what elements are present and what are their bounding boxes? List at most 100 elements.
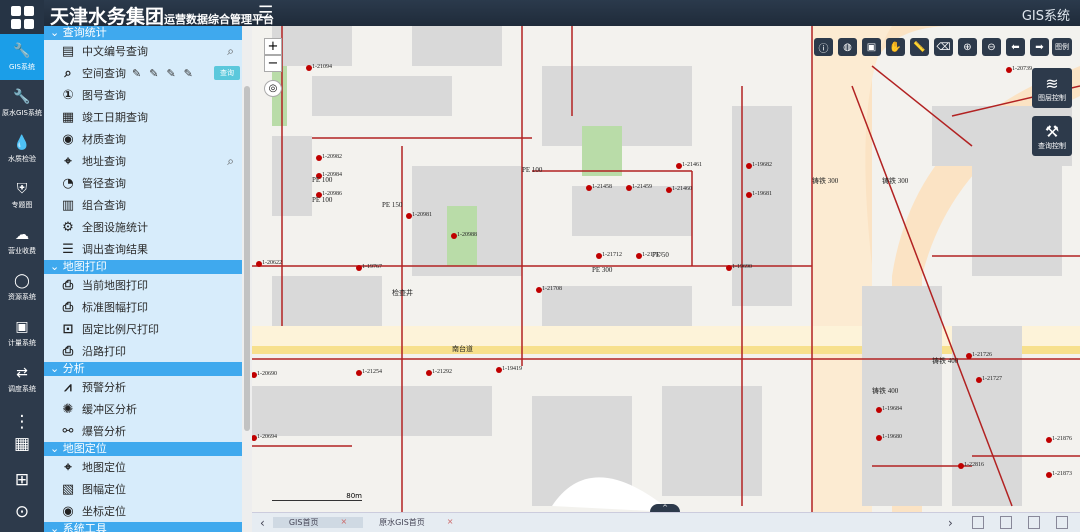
back-icon[interactable]: ⬅	[1006, 38, 1025, 56]
expand-icon[interactable]: ⊙	[0, 502, 44, 522]
map-label: 1-21726	[972, 352, 992, 358]
chevron-down-icon: ⌄	[50, 442, 63, 455]
tab-prev-icon[interactable]: ‹	[252, 516, 273, 530]
calendar-icon: ▦	[61, 109, 75, 125]
rail-item-3[interactable]: ⛨ 专题图	[0, 172, 44, 218]
chevron-down-icon: ⌄	[50, 522, 63, 532]
panel-item[interactable]: ⎙ 沿路打印	[44, 340, 242, 362]
panel-scrollbar[interactable]	[242, 26, 252, 532]
wrench-icon: 🔧	[13, 42, 31, 59]
rail-item-0[interactable]: 🔧 GIS系统	[0, 34, 44, 80]
map-label: 南台道	[452, 345, 473, 353]
section-header[interactable]: ⌄ 查询统计	[44, 26, 242, 40]
hamburger-menu-icon[interactable]: ☰	[258, 3, 273, 23]
map-label: 1-19690	[732, 264, 752, 270]
panel-item[interactable]: ⚯ 爆管分析	[44, 420, 242, 442]
map-label: 1-19419	[502, 366, 522, 372]
panel-item[interactable]: ⎙ 标准图幅打印	[44, 296, 242, 318]
map-label: 1-19680	[882, 434, 902, 440]
burst-icon: ⚯	[62, 423, 74, 439]
panel-item[interactable]: ① 图号查询	[44, 84, 242, 106]
panel-item[interactable]: ⩘ 预警分析	[44, 376, 242, 398]
search-icon[interactable]: ⌕	[227, 44, 234, 59]
section-header[interactable]: ⌄ 分析	[44, 362, 242, 376]
layout-single-icon[interactable]	[1056, 516, 1068, 529]
globe-icon[interactable]: ◍	[838, 38, 857, 56]
app-grid-icon[interactable]	[0, 0, 44, 34]
panel-item[interactable]: ⊡ 固定比例尺打印	[44, 318, 242, 340]
rail-item-7[interactable]: ⇄ 调度系统	[0, 356, 44, 402]
draw-line-icon[interactable]: ✎	[132, 67, 141, 80]
panel-item[interactable]: ⌖ 地址查询 ⌕	[44, 150, 242, 172]
archive-icon[interactable]: ▣	[862, 38, 881, 56]
map-number-icon: ①	[62, 87, 74, 103]
tab-1[interactable]: 原水GIS首页 ×	[363, 517, 469, 528]
zoom-in-icon[interactable]: ⊕	[958, 38, 977, 56]
add-window-icon[interactable]: ⊞	[0, 470, 44, 490]
map-label: 1-20984	[322, 172, 342, 178]
map-label: PE 300	[592, 266, 613, 274]
draw-rect-icon[interactable]: ✎	[149, 67, 158, 80]
panel-item[interactable]: ⎙ 当前地图打印	[44, 274, 242, 296]
gis-map[interactable]: PE 100 PE 100 PE 100 PE 150 PE 50 PE 300 铸铁 30…	[252, 26, 1080, 512]
panel-item[interactable]: ⌕ 空间查询 ✎ ✎ ✎ ✎ 查询	[44, 62, 242, 84]
draw-polygon-icon[interactable]: ✎	[166, 67, 175, 80]
panel-item[interactable]: ◉ 材质查询	[44, 128, 242, 150]
draw-circle-icon[interactable]: ✎	[184, 67, 193, 80]
panel-item[interactable]: ⌖ 地图定位	[44, 456, 242, 478]
panel-item[interactable]: ◉ 坐标定位	[44, 500, 242, 522]
map-label: PE 150	[382, 201, 403, 209]
panel-item[interactable]: ▦ 竣工日期查询	[44, 106, 242, 128]
query-button[interactable]: 查询	[214, 66, 240, 80]
map-label: 1-19681	[752, 191, 772, 197]
rail-item-5[interactable]: ◯ 资源系统	[0, 264, 44, 310]
section-header[interactable]: ⌄ 系统工具	[44, 522, 242, 532]
map-label: 1-21873	[1052, 471, 1072, 477]
apps-grid-icon[interactable]: ▦	[0, 434, 44, 454]
close-icon[interactable]: ×	[447, 517, 454, 528]
section-header[interactable]: ⌄ 地图打印	[44, 260, 242, 274]
info-icon[interactable]: ⓘ	[814, 38, 833, 56]
panel-item[interactable]: ⚙ 全图设施统计	[44, 216, 242, 238]
panel-item[interactable]: ✺ 缓冲区分析	[44, 398, 242, 420]
locate-button[interactable]: ◎	[264, 80, 282, 97]
zoom-out-button[interactable]: −	[264, 55, 282, 72]
system-title: GIS系统	[1021, 9, 1070, 24]
rail-item-2[interactable]: 💧 水质检验	[0, 126, 44, 172]
zoom-in-button[interactable]: +	[264, 38, 282, 55]
panel-item[interactable]: ▥ 组合查询	[44, 194, 242, 216]
map-label: 1-20690	[257, 371, 277, 377]
more-icon[interactable]: ⋮	[0, 412, 44, 432]
rail-item-4[interactable]: ☁ 营业收费	[0, 218, 44, 264]
layer-control-button[interactable]: ≋ 图层控制	[1032, 68, 1072, 108]
map-label: 1-19684	[882, 406, 902, 412]
map-label: 1-19682	[752, 162, 772, 168]
map-pin-icon: ⌖	[64, 459, 72, 475]
close-icon[interactable]: ×	[340, 517, 347, 528]
hand-icon[interactable]: ✋	[886, 38, 905, 56]
map-label: 1-20739	[1012, 66, 1032, 72]
rail-item-6[interactable]: ▣ 计量系统	[0, 310, 44, 356]
ruler-icon[interactable]: 📏	[910, 38, 929, 56]
layout-grid-icon[interactable]	[972, 516, 984, 529]
section-header[interactable]: ⌄ 地图定位	[44, 442, 242, 456]
collapse-bottom-icon[interactable]: ^	[650, 504, 680, 512]
layout-rows-icon[interactable]	[1000, 516, 1012, 529]
panel-item[interactable]: ▤ 中文编号查询 ⌕	[44, 40, 242, 62]
map-label: 1-20622	[262, 260, 282, 266]
query-control-button[interactable]: ⚒ 查询控制	[1032, 116, 1072, 156]
zoom-out-icon[interactable]: ⊖	[982, 38, 1001, 56]
eraser-icon[interactable]: ⌫	[934, 38, 953, 56]
chevron-down-icon: ⌄	[50, 26, 63, 39]
tab-0[interactable]: GIS首页 ×	[272, 517, 364, 528]
material-icon: ◉	[62, 131, 74, 147]
layout-cols-icon[interactable]	[1028, 516, 1040, 529]
forward-icon[interactable]: ➡	[1030, 38, 1049, 56]
legend-button[interactable]: 图例	[1052, 38, 1072, 56]
search-icon[interactable]: ⌕	[227, 154, 234, 169]
panel-item[interactable]: ▧ 图幅定位	[44, 478, 242, 500]
tab-next-icon[interactable]: ›	[948, 516, 953, 530]
rail-item-1[interactable]: 🔧 原水GIS系统	[0, 80, 44, 126]
panel-item[interactable]: ☰ 调出查询结果	[44, 238, 242, 260]
panel-item[interactable]: ◔ 管径查询	[44, 172, 242, 194]
